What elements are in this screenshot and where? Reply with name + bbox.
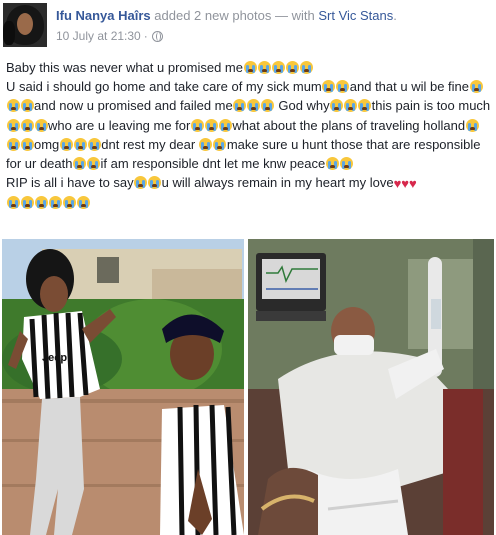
- headline-period: .: [393, 8, 397, 23]
- crying-face-icon: [87, 137, 101, 151]
- crying-face-icon: [134, 176, 148, 190]
- text-segment: U said i should go home and take care of…: [6, 79, 322, 95]
- text-segment: this pain is too much: [371, 98, 491, 114]
- text-segment: omg: [34, 136, 60, 152]
- text-segment: who are u leaving me for: [48, 117, 191, 133]
- crying-face-icon: [299, 61, 313, 74]
- broken-heart-icon: ♥: [409, 176, 417, 192]
- crying-face-icon: [20, 137, 34, 151]
- crying-face-icon: [199, 137, 213, 151]
- crying-face-icon: [48, 196, 62, 210]
- crying-face-icon: [271, 61, 285, 74]
- crying-face-icon: [358, 99, 372, 113]
- crying-face-icon: [204, 118, 218, 132]
- crying-face-icon: [20, 196, 34, 210]
- hospital-photo-illustration: [248, 239, 494, 535]
- post-timestamp-link[interactable]: 10 July at 21:30: [56, 29, 141, 43]
- crying-face-icon: [73, 157, 86, 171]
- crying-face-icon: [465, 118, 479, 132]
- post-headline: Ifu Nanya Haîrs added 2 new photos — wit…: [56, 8, 397, 23]
- crying-face-icon: [339, 157, 353, 171]
- crying-face-icon: [285, 61, 299, 74]
- crying-face-icon: [336, 80, 350, 94]
- text-segment: and now u promised and failed me: [34, 98, 233, 114]
- author-name-link[interactable]: Ifu Nanya Haîrs: [56, 8, 151, 23]
- crying-face-icon: [322, 80, 336, 94]
- text-segment: u will always remain in my heart my love: [161, 175, 394, 191]
- text-segment: RIP is all i have to say: [6, 175, 134, 191]
- post-action-text: added 2 new photos — with: [154, 8, 315, 23]
- crying-face-icon: [6, 99, 20, 113]
- globe-icon[interactable]: [151, 30, 163, 42]
- post-meta: 10 July at 21:30 ·: [56, 29, 163, 43]
- text-segment: and that u wil be fine: [349, 79, 470, 95]
- crying-face-icon: [247, 99, 261, 113]
- meta-separator: ·: [143, 29, 148, 43]
- post-photo-hospital[interactable]: [248, 239, 494, 535]
- crying-face-icon: [190, 118, 204, 132]
- crying-face-icon: [233, 99, 247, 113]
- crying-face-icon: [243, 61, 257, 74]
- crying-face-icon: [257, 61, 271, 74]
- crying-face-icon: [6, 118, 20, 132]
- crying-face-icon: [59, 137, 73, 151]
- crying-face-icon: [20, 99, 34, 113]
- post-header: Ifu Nanya Haîrs added 2 new photos — wit…: [3, 3, 493, 47]
- post-text: Baby this was never what u promised me U …: [6, 58, 492, 213]
- crying-face-icon: [73, 137, 87, 151]
- crying-face-icon: [34, 118, 48, 132]
- text-segment: Baby this was never what u promised me: [6, 60, 243, 75]
- post-paragraph-1: Baby this was never what u promised me U …: [6, 58, 492, 173]
- crying-face-icon: [344, 99, 358, 113]
- author-avatar[interactable]: [3, 3, 47, 47]
- tagged-person-link[interactable]: Srt Vic Stans: [318, 8, 393, 23]
- crying-face-icon: [20, 118, 34, 132]
- post-photo-couple[interactable]: Jeep: [2, 239, 244, 535]
- crying-face-icon: [6, 196, 20, 210]
- crying-face-icon: [213, 137, 227, 151]
- crying-face-icon: [330, 99, 344, 113]
- couple-photo-illustration: Jeep: [2, 239, 244, 535]
- crying-face-icon: [325, 157, 339, 171]
- post-paragraph-2: RIP is all i have to say u will always re…: [6, 173, 492, 212]
- crying-face-icon: [76, 196, 90, 210]
- crying-face-icon: [218, 118, 232, 132]
- text-segment: if am responsible dnt let me knw peace: [100, 156, 326, 172]
- crying-face-icon: [148, 176, 162, 190]
- crying-face-icon: [62, 196, 76, 210]
- text-segment: dnt rest my dear: [101, 136, 199, 152]
- crying-face-icon: [261, 99, 275, 113]
- text-segment: God why: [274, 98, 330, 114]
- jersey-text: Jeep: [42, 352, 67, 364]
- text-segment: what about the plans of traveling hollan…: [232, 117, 466, 133]
- crying-face-icon: [6, 137, 20, 151]
- crying-face-icon: [469, 80, 483, 94]
- crying-face-icon: [87, 157, 100, 171]
- broken-heart-icon: ♥: [401, 176, 409, 192]
- crying-face-icon: [34, 196, 48, 210]
- facebook-post: Ifu Nanya Haîrs added 2 new photos — wit…: [0, 0, 496, 535]
- broken-heart-icon: ♥: [393, 176, 402, 192]
